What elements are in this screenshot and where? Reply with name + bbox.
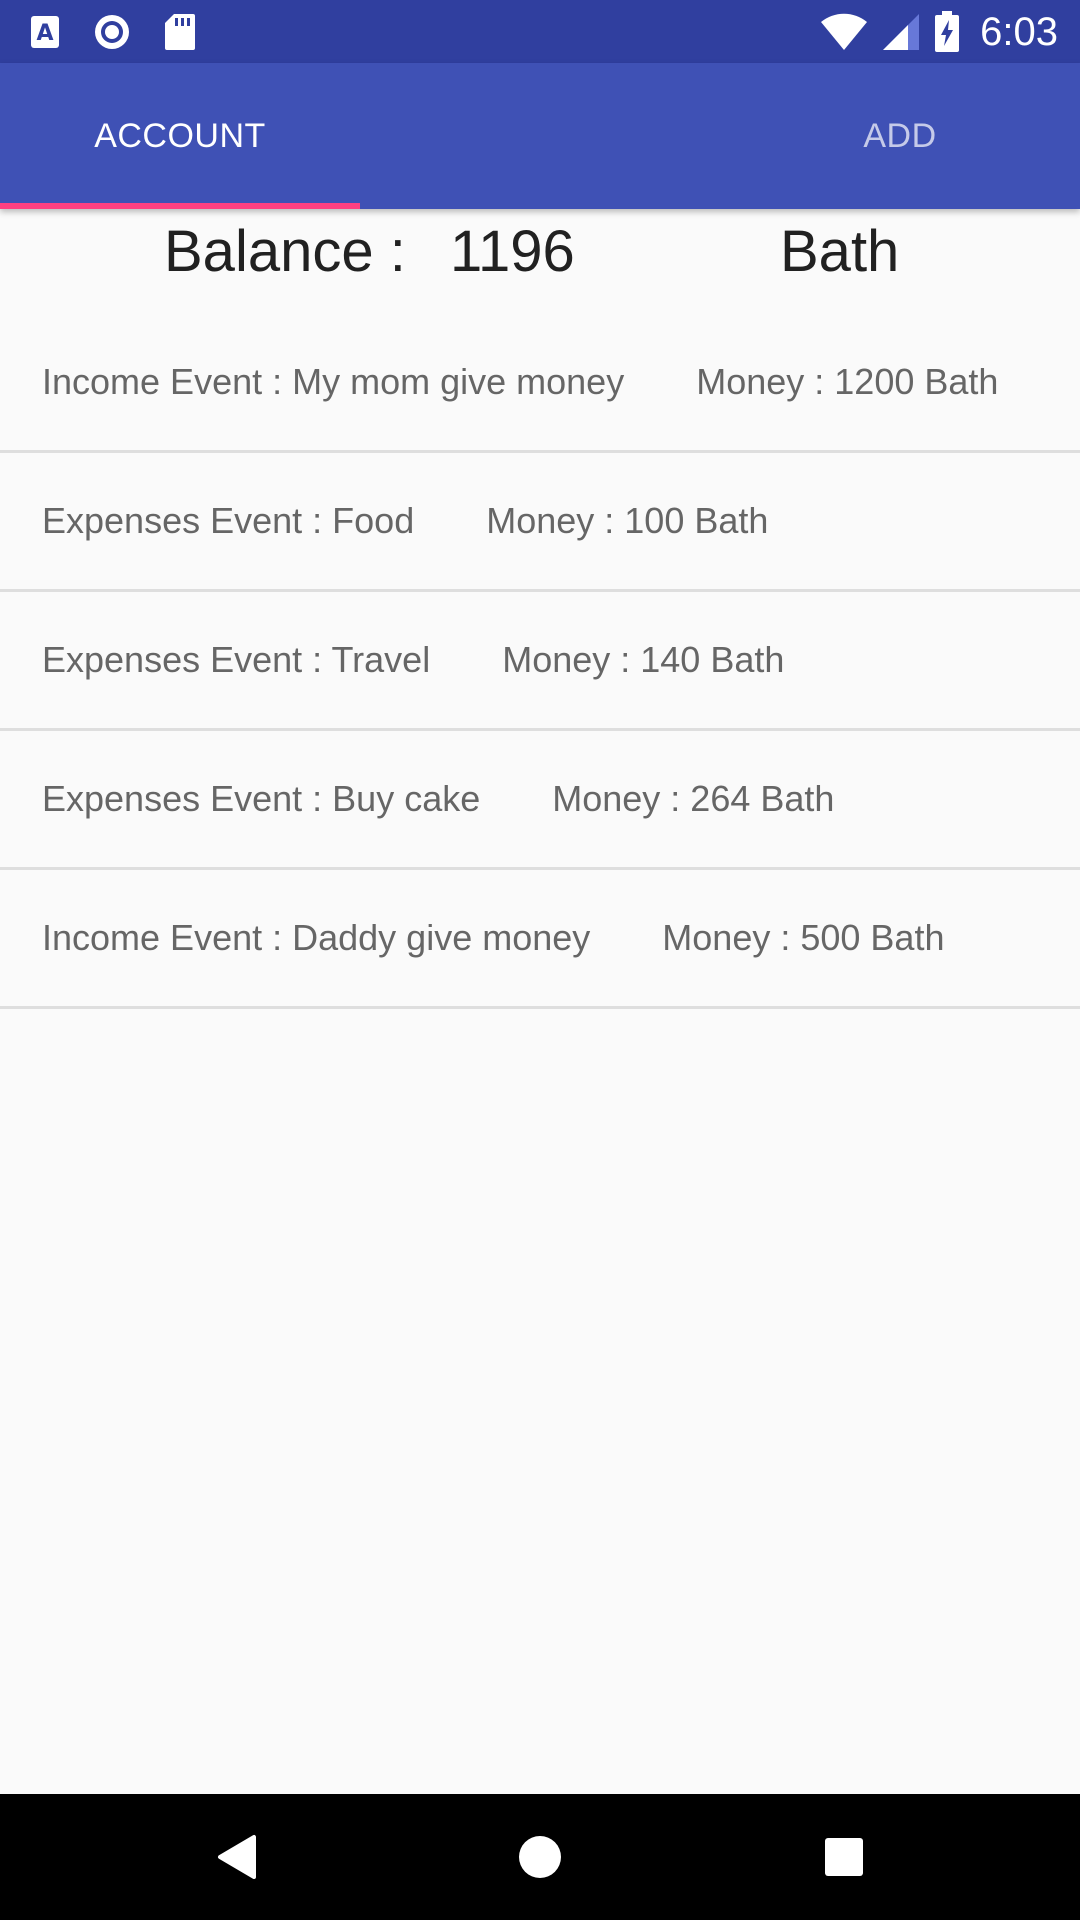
home-icon xyxy=(518,1835,562,1879)
event-description: Expenses Event : Food xyxy=(42,500,415,541)
event-description: Income Event : My mom give money xyxy=(42,361,625,402)
event-money: Money : 1200 Bath xyxy=(696,361,999,402)
list-item[interactable]: Income Event : Daddy give money Money : … xyxy=(0,870,1080,1009)
balance-value: 1196 xyxy=(450,219,575,284)
list-item[interactable]: Expenses Event : Travel Money : 140 Bath xyxy=(0,592,1080,731)
back-button[interactable] xyxy=(206,1827,266,1887)
event-money: Money : 500 Bath xyxy=(662,917,945,958)
list-item[interactable]: Income Event : My mom give money Money :… xyxy=(0,314,1080,453)
a-notification-icon: A xyxy=(30,15,60,49)
balance-summary: Balance : 1196 Bath xyxy=(0,212,1080,292)
status-bar: A 6:03 xyxy=(0,0,1080,63)
event-money: Money : 264 Bath xyxy=(552,778,835,819)
tab-add-label: ADD xyxy=(863,116,937,155)
tab-account[interactable]: ACCOUNT xyxy=(0,63,360,209)
tab-add[interactable]: ADD xyxy=(720,63,1080,209)
status-right-icons: 6:03 xyxy=(820,8,1058,56)
status-left-icons: A xyxy=(30,12,196,52)
svg-text:A: A xyxy=(36,21,53,46)
tab-selected-indicator xyxy=(0,203,360,209)
app-bar: ACCOUNT ADD xyxy=(0,63,1080,209)
event-description: Expenses Event : Buy cake xyxy=(42,778,481,819)
event-description: Income Event : Daddy give money xyxy=(42,917,591,958)
recents-icon xyxy=(824,1837,864,1877)
wifi-icon xyxy=(820,13,868,51)
balance-unit: Bath xyxy=(780,219,900,284)
event-list: Income Event : My mom give money Money :… xyxy=(0,314,1080,1009)
list-item[interactable]: Expenses Event : Buy cake Money : 264 Ba… xyxy=(0,731,1080,870)
event-description: Expenses Event : Travel xyxy=(42,639,431,680)
home-button[interactable] xyxy=(510,1827,570,1887)
event-money: Money : 100 Bath xyxy=(486,500,769,541)
recents-button[interactable] xyxy=(814,1827,874,1887)
back-icon xyxy=(214,1833,258,1881)
circle-record-icon xyxy=(92,12,132,52)
list-item[interactable]: Expenses Event : Food Money : 100 Bath xyxy=(0,453,1080,592)
tab-account-label: ACCOUNT xyxy=(94,116,266,155)
navigation-bar xyxy=(0,1794,1080,1920)
event-money: Money : 140 Bath xyxy=(502,639,785,680)
battery-charging-icon xyxy=(934,11,960,53)
balance-label: Balance : xyxy=(164,219,406,284)
status-time: 6:03 xyxy=(980,10,1058,54)
sd-card-icon xyxy=(164,13,196,51)
cell-signal-icon xyxy=(882,13,920,51)
